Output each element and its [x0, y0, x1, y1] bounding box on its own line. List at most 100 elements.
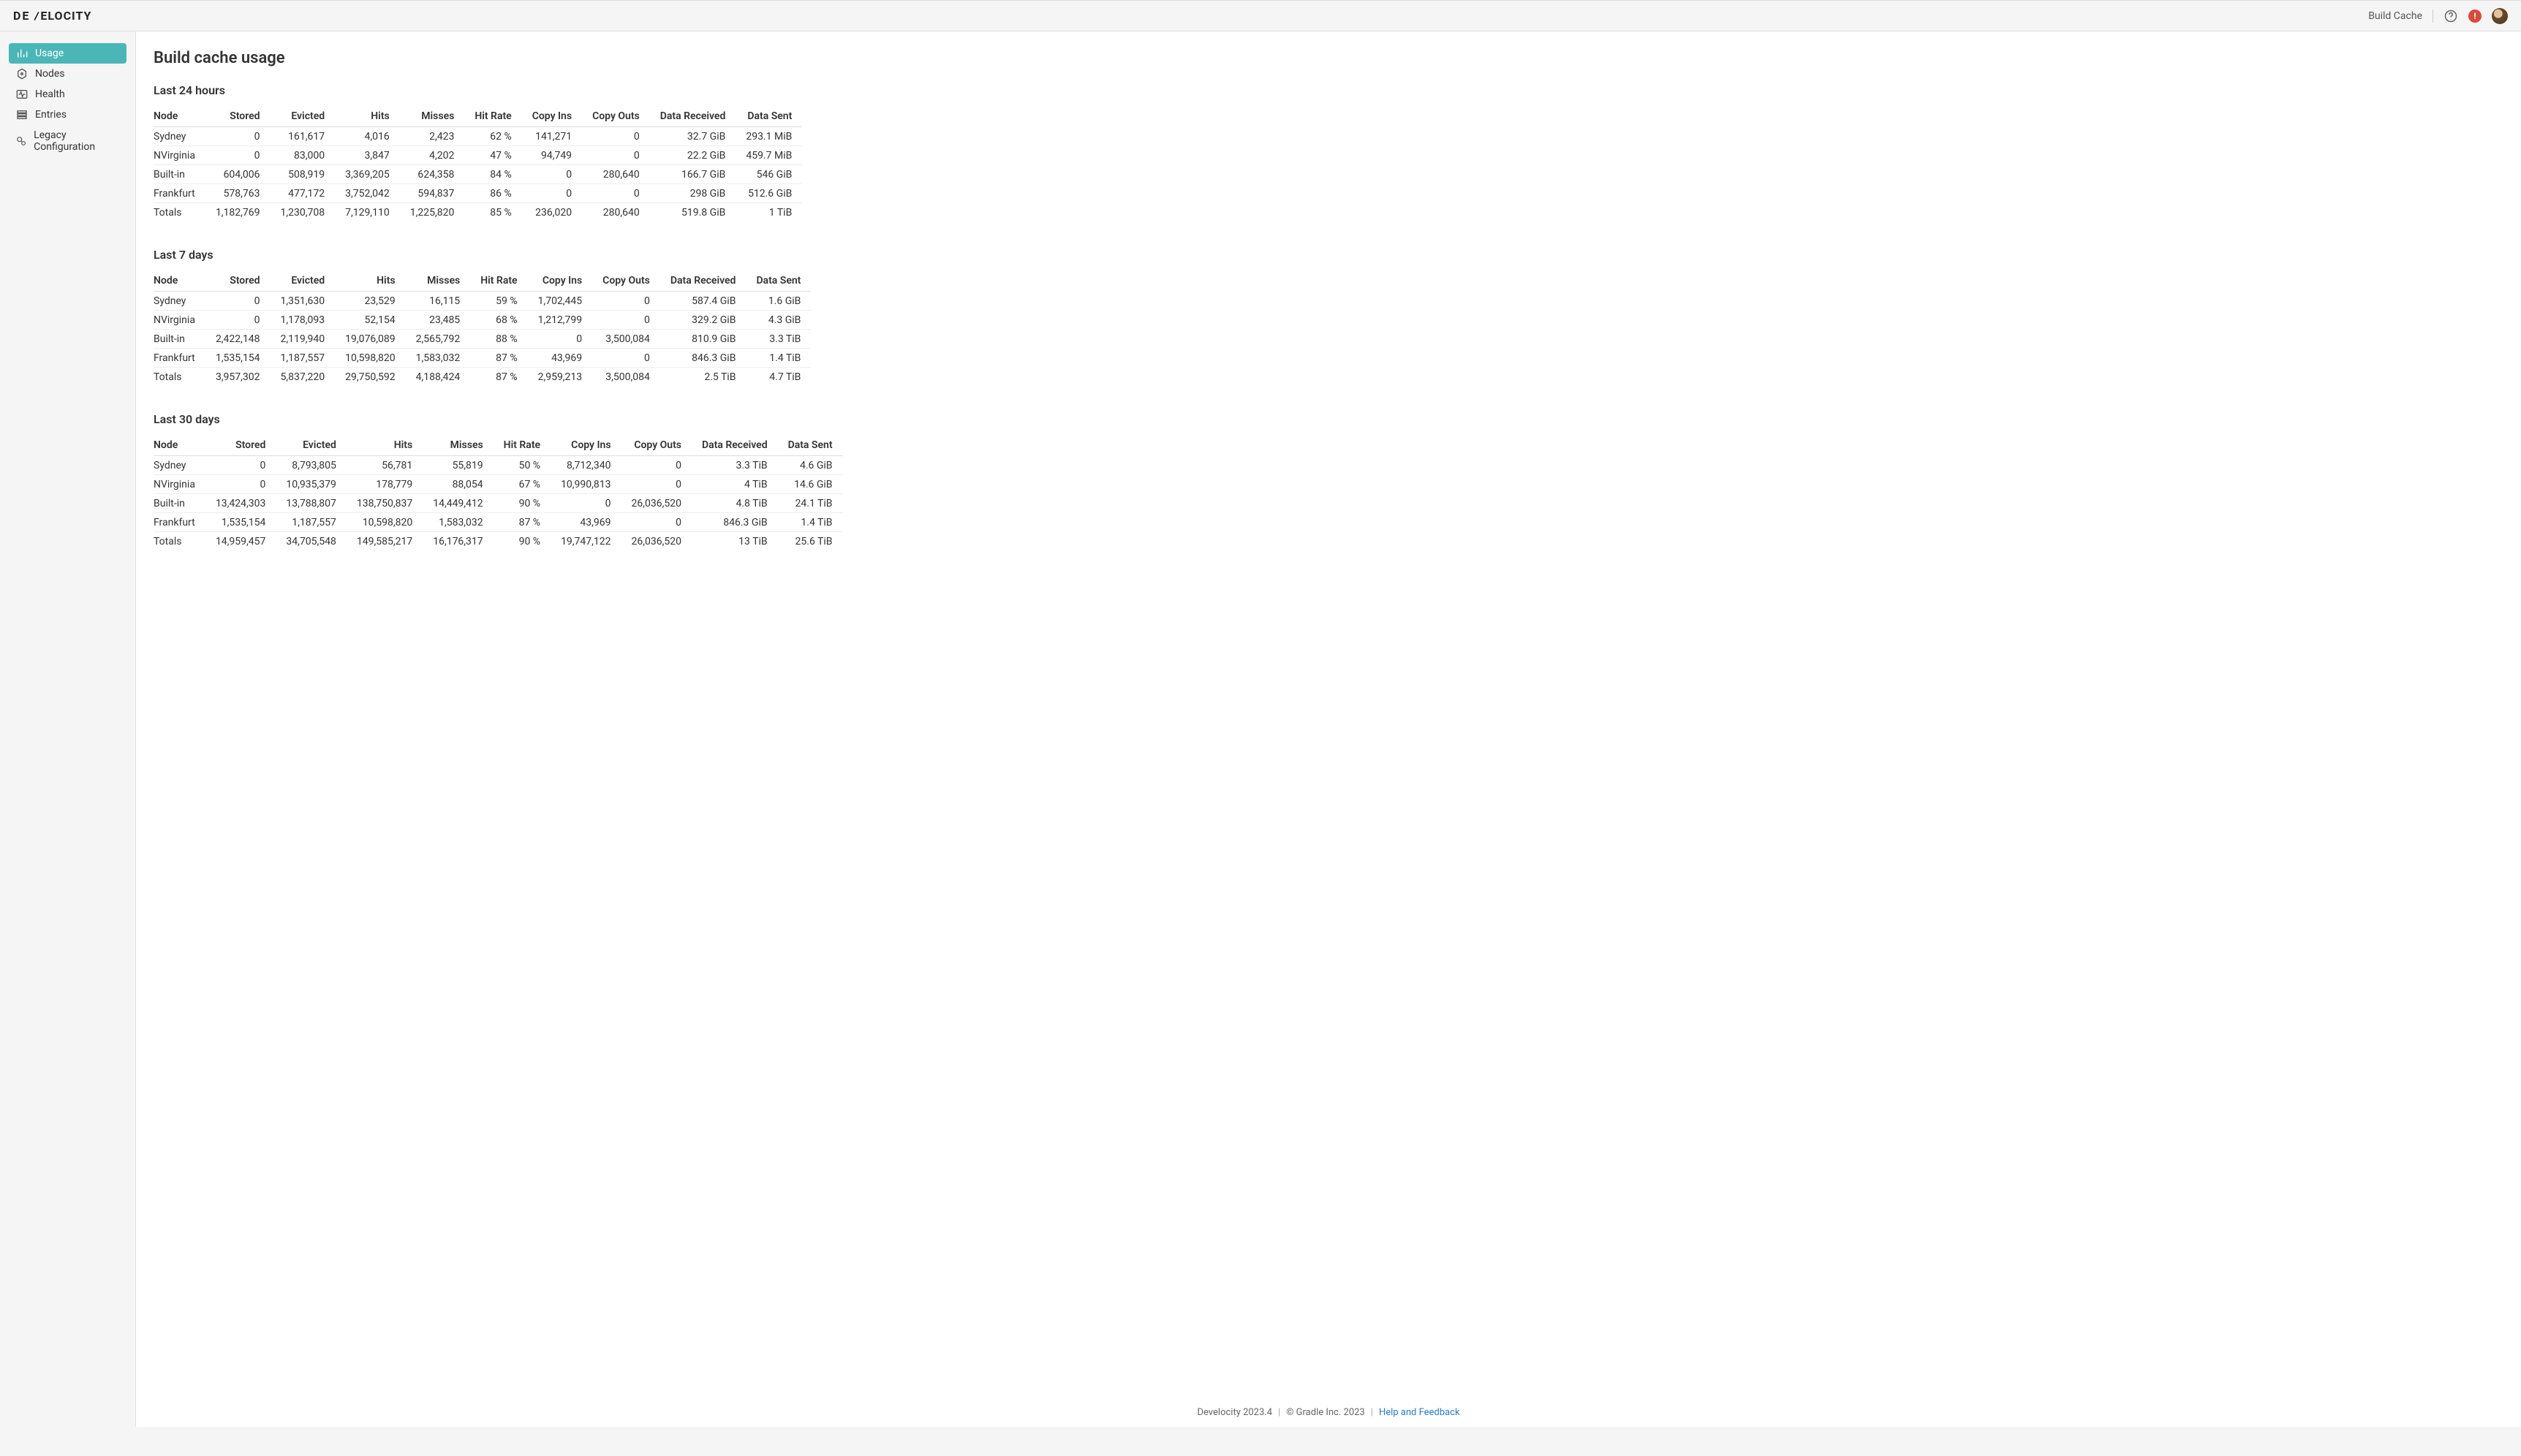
totals-cell: 2,959,213 [528, 368, 593, 387]
table-cell: 0 [582, 146, 650, 165]
table-row: Sydney0161,6174,0162,42362 %141,271032.7… [154, 127, 802, 146]
table-cell: 1,535,154 [205, 513, 276, 532]
table-cell: 138,750,837 [347, 494, 423, 513]
table-cell: 846.3 GiB [660, 349, 747, 368]
table-cell: 1.6 GiB [746, 292, 811, 311]
table-cell: 0 [621, 456, 692, 475]
help-icon[interactable] [2443, 9, 2458, 23]
footer-help-link[interactable]: Help and Feedback [1379, 1407, 1460, 1418]
table-cell: 10,935,379 [276, 475, 346, 494]
column-header: Node [154, 106, 205, 127]
footer-version: Develocity 2023.4 [1197, 1407, 1272, 1418]
totals-cell: 34,705,548 [276, 532, 346, 551]
build-cache-link[interactable]: Build Cache [2368, 10, 2422, 22]
column-header: Copy Ins [528, 270, 593, 292]
hexagon-icon [16, 68, 28, 80]
table-cell: Built-in [154, 330, 205, 349]
logo[interactable]: DE ELOCITY [13, 9, 91, 23]
table-cell: 10,598,820 [335, 349, 405, 368]
table-cell: NVirginia [154, 475, 205, 494]
table-cell: 810.9 GiB [660, 330, 747, 349]
totals-cell: 2.5 TiB [660, 368, 747, 387]
table-cell: 1,178,093 [271, 311, 336, 330]
table-cell: 0 [528, 330, 593, 349]
column-header: Misses [406, 270, 471, 292]
totals-cell: 14,959,457 [205, 532, 276, 551]
table-cell: 14,449,412 [423, 494, 493, 513]
table-cell: 1,535,154 [205, 349, 271, 368]
table-cell: 459.7 MiB [736, 146, 802, 165]
section-title: Last 30 days [154, 412, 2499, 426]
activity-icon [16, 88, 28, 100]
table-cell: Sydney [154, 127, 205, 146]
sidebar-item-usage[interactable]: Usage [9, 43, 126, 64]
sidebar-item-health[interactable]: Health [9, 84, 126, 105]
table-cell: 329.2 GiB [660, 311, 747, 330]
table-cell: NVirginia [154, 146, 205, 165]
table-cell: 86 % [464, 184, 521, 203]
table-row: Sydney08,793,80556,78155,81950 %8,712,34… [154, 456, 843, 475]
table-cell: 0 [205, 146, 271, 165]
table-cell: 84 % [464, 165, 521, 184]
table-row: Sydney01,351,63023,52916,11559 %1,702,44… [154, 292, 811, 311]
totals-cell: 3,957,302 [205, 368, 271, 387]
totals-cell: 26,036,520 [621, 532, 692, 551]
column-header: Hit Rate [470, 270, 527, 292]
column-header: Copy Outs [582, 106, 650, 127]
table-cell: 1,212,799 [528, 311, 593, 330]
table-cell: 23,529 [335, 292, 405, 311]
totals-cell: Totals [154, 532, 205, 551]
totals-cell: 1,230,708 [271, 203, 336, 222]
totals-cell: 519.8 GiB [650, 203, 736, 222]
table-cell: 0 [582, 184, 650, 203]
table-cell: 0 [621, 475, 692, 494]
avatar[interactable] [2492, 8, 2508, 24]
table-cell: 1.4 TiB [778, 513, 843, 532]
totals-cell: 85 % [464, 203, 521, 222]
table-cell: 3,369,205 [335, 165, 400, 184]
totals-cell: 16,176,317 [423, 532, 493, 551]
table-cell: 8,712,340 [551, 456, 621, 475]
sidebar-item-entries[interactable]: Entries [9, 105, 126, 125]
table-cell: 587.4 GiB [660, 292, 747, 311]
table-cell: 141,271 [522, 127, 582, 146]
table-cell: 0 [592, 292, 660, 311]
column-header: Copy Outs [592, 270, 660, 292]
table-cell: 293.1 MiB [736, 127, 802, 146]
table-cell: 88,054 [423, 475, 493, 494]
usage-table: NodeStoredEvictedHitsMissesHit RateCopy … [154, 270, 811, 386]
table-cell: 10,990,813 [551, 475, 621, 494]
table-cell: 4.3 GiB [746, 311, 811, 330]
table-cell: 298 GiB [650, 184, 736, 203]
totals-row: Totals3,957,3025,837,22029,750,5924,188,… [154, 368, 811, 387]
table-cell: 1,187,557 [271, 349, 336, 368]
alert-icon[interactable]: ! [2468, 10, 2482, 23]
table-cell: 55,819 [423, 456, 493, 475]
table-cell: 578,763 [205, 184, 271, 203]
table-cell: 4,202 [400, 146, 465, 165]
column-header: Hits [335, 270, 405, 292]
table-cell: 166.7 GiB [650, 165, 736, 184]
logo-text-left: DE [13, 9, 30, 23]
sidebar-item-nodes[interactable]: Nodes [9, 64, 126, 84]
table-cell: 59 % [470, 292, 527, 311]
table-cell: 23,485 [406, 311, 471, 330]
column-header: Copy Ins [522, 106, 582, 127]
table-cell: 0 [592, 311, 660, 330]
table-cell: NVirginia [154, 311, 205, 330]
table-cell: 0 [205, 127, 271, 146]
sidebar-item-legacy-configuration[interactable]: Legacy Configuration [9, 125, 126, 157]
column-header: Stored [205, 435, 276, 456]
totals-cell: 4.7 TiB [746, 368, 811, 387]
table-cell: 50 % [494, 456, 551, 475]
table-cell: 0 [205, 292, 271, 311]
table-row: Frankfurt1,535,1541,187,55710,598,8201,5… [154, 349, 811, 368]
table-cell: 1,351,630 [271, 292, 336, 311]
table-row: Built-in2,422,1482,119,94019,076,0892,56… [154, 330, 811, 349]
table-row: Built-in604,006508,9193,369,205624,35884… [154, 165, 802, 184]
table-cell: 26,036,520 [621, 494, 692, 513]
table-row: NVirginia083,0003,8474,20247 %94,749022.… [154, 146, 802, 165]
table-cell: 594,837 [400, 184, 465, 203]
totals-cell: 5,837,220 [271, 368, 336, 387]
column-header: Node [154, 435, 205, 456]
